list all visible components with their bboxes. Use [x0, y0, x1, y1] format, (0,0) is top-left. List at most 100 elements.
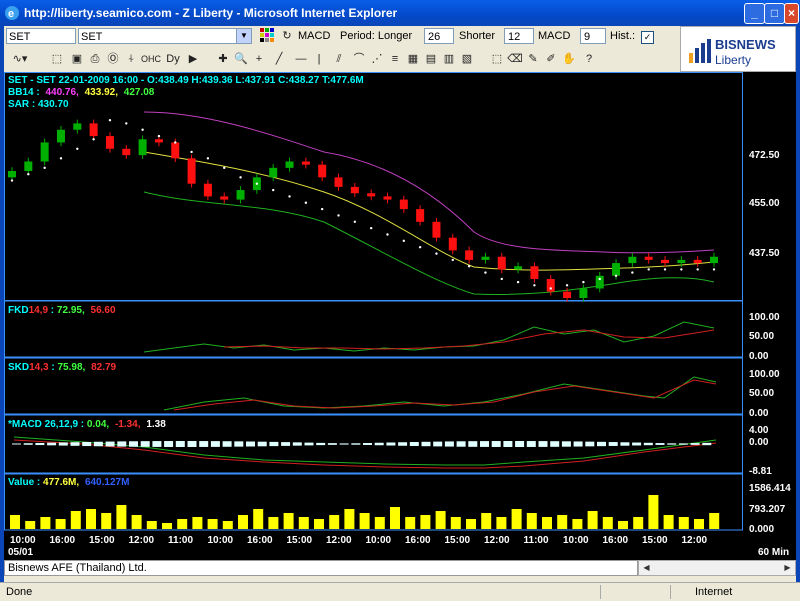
- sar-dot: [402, 239, 406, 243]
- skd-tick-3: 0.00: [749, 408, 769, 419]
- symbol-select[interactable]: SET ▼: [78, 28, 252, 44]
- volume-bar: [709, 513, 720, 529]
- candle-body: [432, 221, 441, 238]
- macd-input[interactable]: 9: [580, 28, 606, 44]
- minimize-button[interactable]: _: [744, 3, 765, 24]
- candle-body: [301, 161, 310, 165]
- hline-icon[interactable]: —: [292, 51, 310, 68]
- trendline-icon[interactable]: ╱: [270, 51, 288, 68]
- chevron-down-icon[interactable]: ▼: [236, 29, 251, 43]
- candle-body: [187, 158, 196, 184]
- candle-body: [628, 256, 637, 264]
- symbol-input[interactable]: SET: [6, 28, 76, 44]
- candle-body: [644, 256, 653, 260]
- save-icon[interactable]: ▣: [68, 51, 86, 68]
- macd-hist-bar: [433, 441, 443, 447]
- color-palette-icon[interactable]: [258, 28, 276, 45]
- sar-dot: [663, 268, 667, 271]
- candle-body: [612, 263, 621, 276]
- scroll-left-icon[interactable]: ◀: [640, 562, 653, 574]
- sar-dot: [206, 157, 210, 160]
- candle-body: [105, 136, 114, 149]
- refresh-icon[interactable]: ↻: [278, 28, 296, 45]
- print-icon[interactable]: ⎙: [86, 51, 104, 68]
- fibonacci-icon[interactable]: ≡: [386, 51, 404, 68]
- sar-dot: [582, 280, 585, 284]
- channel-icon[interactable]: ⫽: [330, 51, 348, 68]
- macd-hist-bar: [655, 443, 665, 445]
- speed-icon[interactable]: ▤: [422, 51, 440, 68]
- macd-hist-bar: [702, 442, 712, 446]
- shorter-label: Shorter: [459, 30, 496, 42]
- sar-dot: [549, 287, 552, 290]
- volume-bar: [663, 515, 674, 529]
- ohlc-icon[interactable]: Ⓞ: [104, 51, 122, 68]
- macd-hist-bar: [164, 441, 174, 447]
- bb-mid-value: 433.92,: [85, 87, 119, 98]
- cross-icon[interactable]: +: [250, 51, 268, 68]
- sar-dot: [59, 157, 63, 160]
- macd-hist-bar: [515, 441, 525, 447]
- longer-input[interactable]: 26: [424, 28, 454, 44]
- arc-icon[interactable]: ⌒: [350, 51, 368, 68]
- volume-bar: [678, 517, 689, 529]
- hist-checkbox[interactable]: ✓: [641, 31, 654, 44]
- macd-hist-bar: [93, 441, 103, 447]
- macd-hist-bar: [573, 441, 583, 447]
- candle-icon[interactable]: ⍭: [122, 51, 140, 68]
- fan-icon[interactable]: ⋰: [368, 51, 386, 68]
- delta-icon[interactable]: Dy: [162, 51, 184, 68]
- sar-dot: [631, 271, 634, 274]
- macd-hist-bar: [339, 443, 349, 445]
- macd-hist-bar: [550, 441, 560, 447]
- volume-bar: [101, 513, 112, 529]
- price-tick-1: 472.50: [749, 150, 780, 161]
- volume-bar: [405, 517, 416, 529]
- zoom-in-icon[interactable]: ✚: [214, 51, 232, 68]
- chart-svg[interactable]: SET - SET 22-01-2009 16:00 - O:438.49 H:…: [4, 72, 796, 560]
- edit-icon[interactable]: ✎: [524, 51, 542, 68]
- candle-body: [236, 190, 245, 200]
- shorter-input[interactable]: 12: [504, 28, 534, 44]
- volume-bar: [602, 517, 613, 529]
- vline-icon[interactable]: |: [310, 51, 328, 68]
- pattern-icon[interactable]: ▶: [184, 51, 202, 68]
- chart-area[interactable]: SET - SET 22-01-2009 16:00 - O:438.49 H:…: [4, 72, 800, 560]
- maximize-button[interactable]: □: [764, 3, 785, 24]
- chart-type-icon[interactable]: ∿▾: [6, 51, 34, 68]
- hand-icon[interactable]: ✋: [560, 51, 578, 68]
- sar-dot: [27, 172, 30, 176]
- macd-hist-bar: [398, 442, 408, 446]
- scroll-right-icon[interactable]: ▶: [781, 562, 794, 574]
- cursor-icon[interactable]: ⬚: [48, 51, 66, 68]
- volume-bar: [131, 515, 142, 529]
- zoom-icon[interactable]: 🔍: [232, 51, 250, 68]
- select-icon[interactable]: ⬚: [488, 51, 506, 68]
- volume-bar: [572, 519, 583, 529]
- macd-hist-bar: [35, 442, 45, 446]
- candle-body: [350, 186, 359, 194]
- candle-body: [693, 259, 702, 264]
- cycle-icon[interactable]: ▧: [458, 51, 476, 68]
- delete-icon[interactable]: ⌫: [506, 51, 524, 68]
- macd-hist-bar: [538, 441, 548, 447]
- close-button[interactable]: ×: [784, 3, 799, 24]
- sar-dot: [255, 182, 259, 185]
- help-icon[interactable]: ?: [580, 51, 598, 68]
- volume-bar: [359, 513, 370, 529]
- ohlc-info: SET - SET 22-01-2009 16:00 - O:438.49 H:…: [8, 75, 364, 86]
- gann-icon[interactable]: ▦: [404, 51, 422, 68]
- erase-icon[interactable]: ✐: [542, 51, 560, 68]
- timezone-icon[interactable]: ▥: [440, 51, 458, 68]
- macd-hist-bar: [175, 441, 185, 447]
- ohlc-style-icon[interactable]: OHC: [140, 51, 162, 68]
- bb-label: BB14 :: [8, 87, 40, 98]
- sar-dot: [418, 246, 422, 249]
- candle-body: [563, 291, 572, 298]
- candle-body: [40, 142, 49, 162]
- volume-bar: [268, 517, 279, 529]
- candle-body: [579, 288, 588, 298]
- drawing-toolbar: ∿▾ ⬚ ▣ ⎙ Ⓞ ⍭ OHC Dy ▶ ✚ 🔍 + ╱ — | ⫽ ⌒ ⋰ …: [4, 48, 680, 72]
- sar-dot: [353, 220, 357, 224]
- horizontal-scrollbar[interactable]: ◀ ▶: [638, 560, 796, 576]
